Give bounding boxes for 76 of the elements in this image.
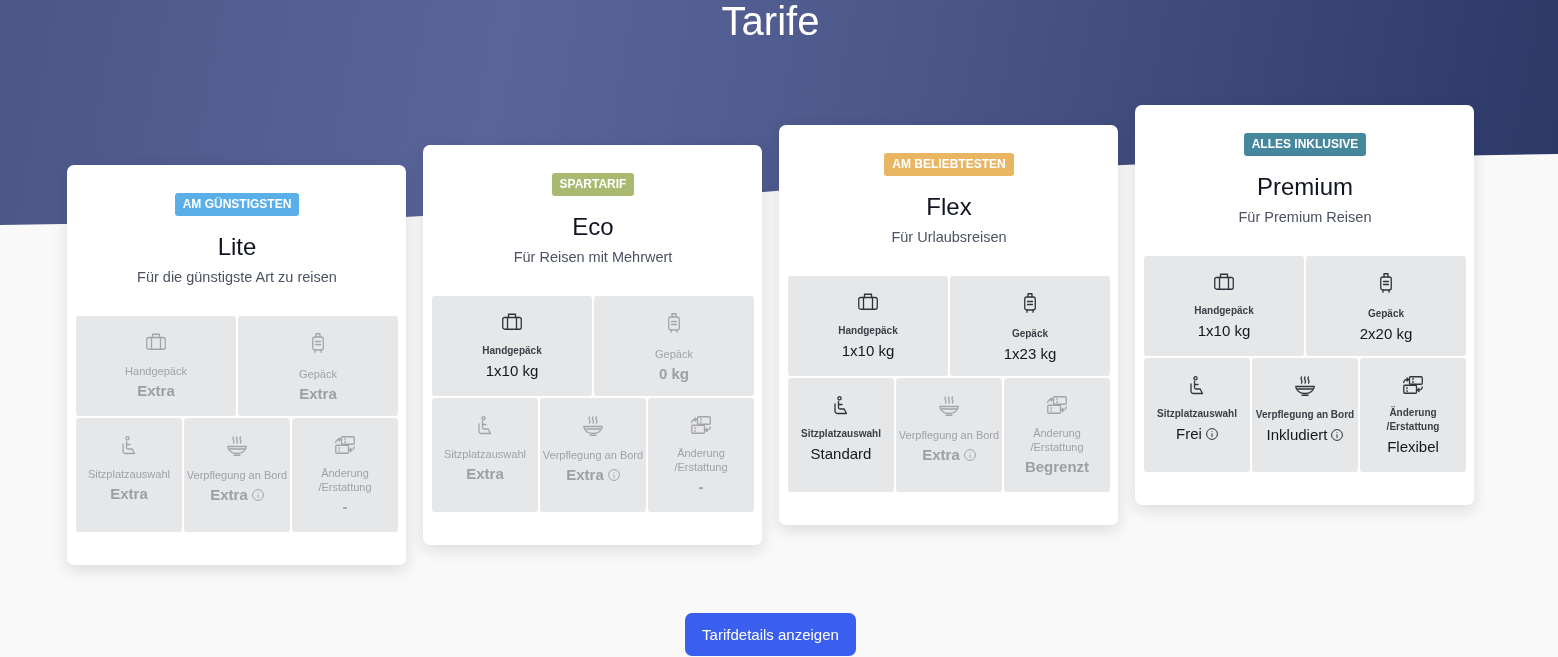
feature-value: 1x23 kg	[1003, 344, 1057, 364]
feature-label: Gepäck	[655, 347, 693, 361]
feature-label: Handgepäck	[838, 324, 898, 338]
suitcase-icon	[1024, 293, 1036, 313]
tickets-icon	[335, 436, 355, 454]
info-icon[interactable]	[1331, 429, 1344, 441]
feature-label: Gepäck	[1367, 307, 1405, 321]
tickets-icon	[1047, 396, 1067, 414]
seated-person-icon	[1190, 376, 1204, 395]
fare-description: Für die günstigste Art zu reisen	[137, 268, 337, 287]
seated-person-icon	[478, 416, 492, 435]
feature-label: Sitzplatzauswahl	[444, 447, 526, 461]
feature-value: Extra	[466, 464, 504, 484]
info-icon[interactable]	[1205, 428, 1218, 440]
feature-value: Begrenzt	[1024, 457, 1090, 477]
briefcase-icon	[1214, 273, 1234, 290]
feature-value: 0 kg	[659, 364, 689, 384]
steaming-bowl-icon	[227, 436, 247, 456]
fare-badge: AM BELIEBTESTEN	[884, 153, 1014, 176]
details-button[interactable]: Tarifdetails anzeigen	[685, 613, 856, 656]
tickets-icon	[1403, 376, 1423, 394]
feature-value: Extra	[210, 485, 248, 505]
feature-label: Sitzplatzauswahl	[1157, 407, 1237, 421]
briefcase-icon	[502, 313, 522, 330]
feature-value: -	[342, 497, 348, 517]
fare-badge: AM GÜNSTIGSTEN	[174, 193, 300, 216]
feature-label: Sitzplatzauswahl	[801, 427, 881, 441]
feature-label: Verpflegung an Bord	[186, 468, 288, 482]
feature-value: Extra	[110, 484, 148, 504]
briefcase-icon	[146, 333, 166, 350]
suitcase-icon	[668, 313, 680, 333]
fare-badge: SPARTARIF	[551, 173, 635, 196]
steaming-bowl-icon	[939, 396, 959, 416]
feature-label: Änderung /Erstattung	[673, 446, 729, 474]
feature-value: Frei	[1176, 424, 1202, 444]
suitcase-icon	[1380, 273, 1392, 293]
steaming-bowl-icon	[583, 416, 603, 436]
feature-value: 2x20 kg	[1359, 324, 1413, 344]
fare-name: Lite	[217, 232, 257, 262]
feature-label: Handgepäck	[1194, 304, 1254, 318]
fare-description: Für Reisen mit Mehrwert	[513, 248, 673, 267]
feature-label: Verpflegung an Bord	[898, 428, 1000, 442]
feature-label: Verpflegung an Bord	[1255, 408, 1355, 422]
feature-label: Gepäck	[1011, 327, 1049, 341]
feature-value: Extra	[299, 384, 337, 404]
feature-value: Extra	[137, 381, 175, 401]
fare-badge: ALLES INKLUSIVE	[1243, 133, 1367, 156]
fare-description: Für Premium Reisen	[1238, 208, 1372, 227]
fare-name: Eco	[572, 212, 614, 242]
feature-value: Standard	[810, 444, 872, 464]
feature-value: Extra	[566, 465, 604, 485]
feature-value: -	[698, 477, 704, 497]
feature-value: 1x10 kg	[1197, 321, 1251, 341]
feature-label: Änderung /Erstattung	[1385, 406, 1441, 434]
tickets-icon	[691, 416, 711, 434]
feature-label: Verpflegung an Bord	[542, 448, 644, 462]
feature-label: Änderung /Erstattung	[1029, 426, 1085, 454]
fare-name: Flex	[926, 192, 972, 222]
feature-label: Handgepäck	[125, 364, 187, 378]
fare-description: Für Urlaubsreisen	[891, 228, 1007, 247]
fare-name: Premium	[1257, 172, 1353, 202]
page-title: Tarife	[720, 0, 821, 42]
seated-person-icon	[834, 396, 848, 415]
feature-value: 1x10 kg	[485, 361, 539, 381]
seated-person-icon	[122, 436, 136, 455]
feature-label: Gepäck	[299, 367, 337, 381]
feature-value: Extra	[922, 445, 960, 465]
feature-value: Inkludiert	[1266, 425, 1328, 445]
feature-label: Sitzplatzauswahl	[88, 467, 170, 481]
suitcase-icon	[312, 333, 324, 353]
feature-label: Handgepäck	[482, 344, 542, 358]
steaming-bowl-icon	[1295, 376, 1315, 396]
briefcase-icon	[858, 293, 878, 310]
feature-value: Flexibel	[1387, 437, 1439, 457]
feature-label: Änderung /Erstattung	[317, 466, 373, 494]
feature-value: 1x10 kg	[841, 341, 895, 361]
